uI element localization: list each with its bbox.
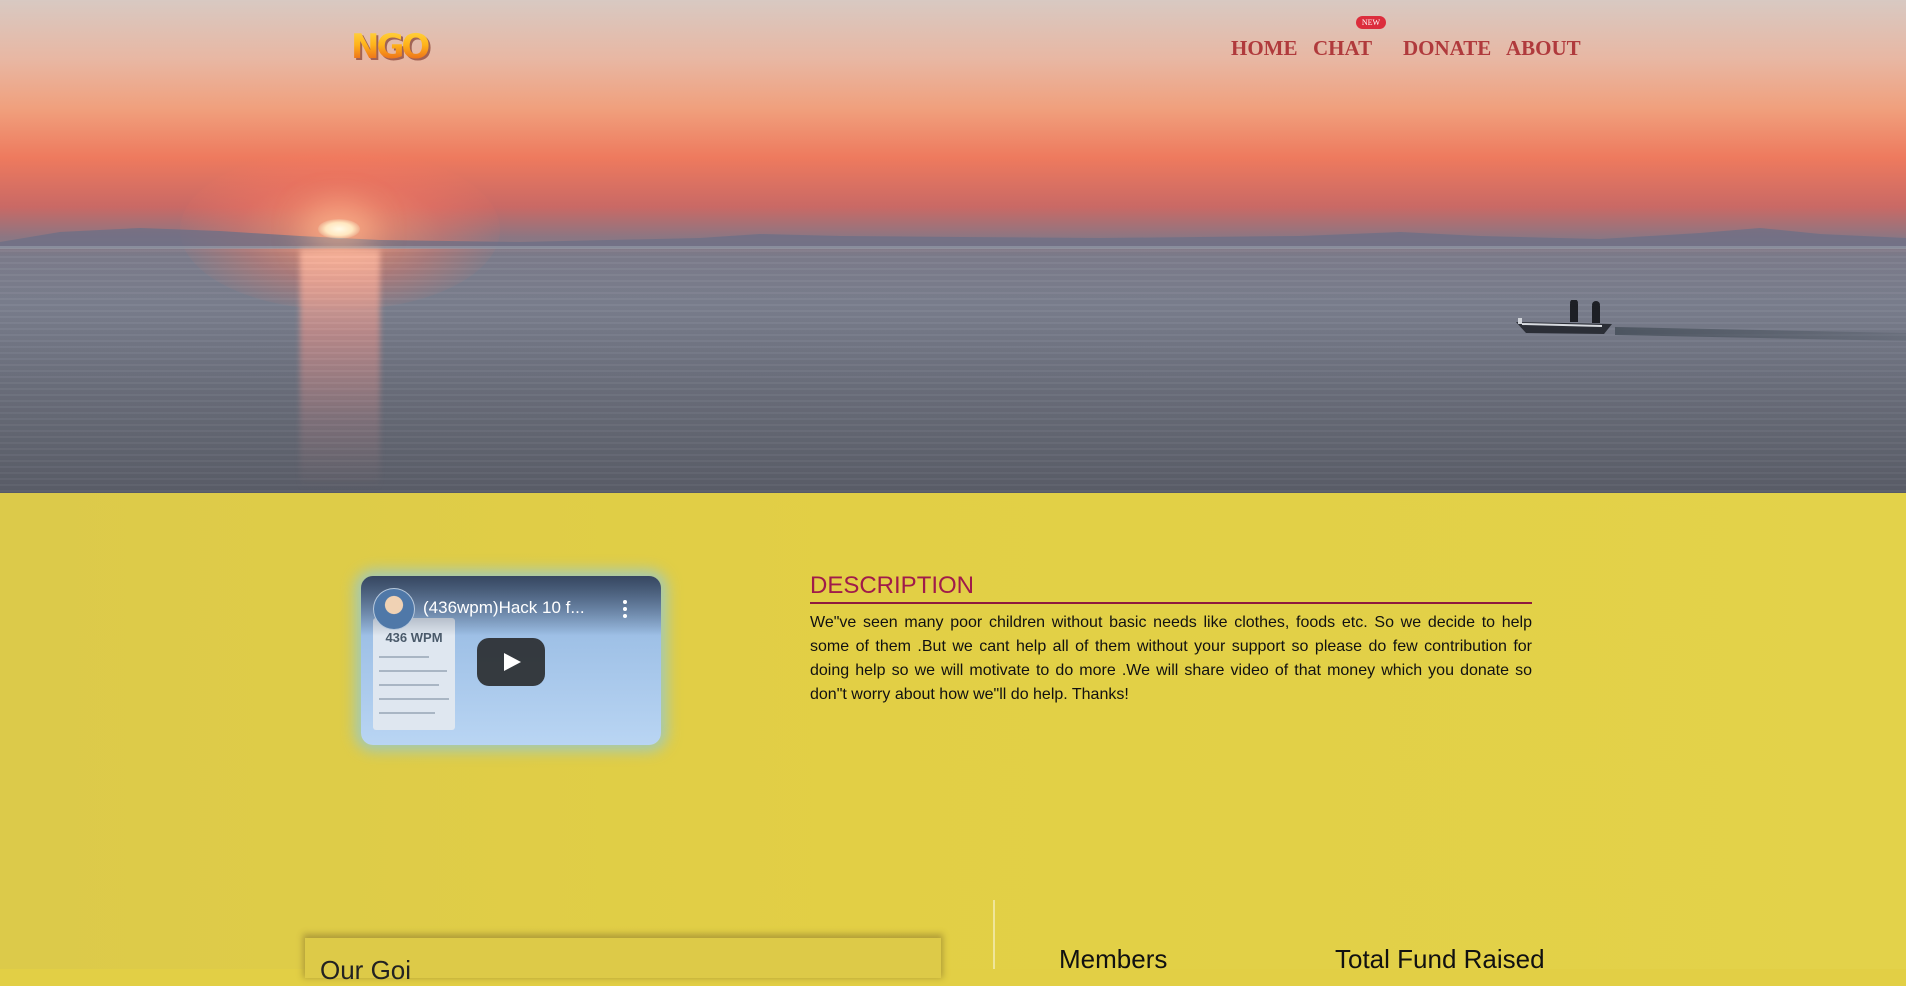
nav-home-link[interactable]: HOME	[1231, 36, 1298, 61]
youtube-video-embed[interactable]: 436 WPM (436wpm)Hack 10 f...	[361, 576, 661, 745]
horizon-line	[0, 246, 1906, 249]
thumbnail-line	[379, 712, 435, 714]
thumbnail-line	[379, 656, 429, 658]
sea-surface	[0, 250, 1906, 493]
distant-mountains	[0, 228, 1906, 248]
hero-banner	[0, 0, 1906, 493]
members-label: Members	[1059, 944, 1168, 974]
total-fund-label: Total Fund Raised	[1335, 944, 1545, 974]
vertical-divider	[993, 900, 995, 969]
video-title[interactable]: (436wpm)Hack 10 f...	[423, 598, 603, 618]
fishing-boat	[1516, 300, 1612, 334]
ngo-logo[interactable]: NGO	[351, 25, 437, 69]
nav-donate-link[interactable]: DONATE	[1403, 36, 1491, 61]
nav-about-link[interactable]: ABOUT	[1506, 36, 1581, 61]
sun	[318, 219, 360, 239]
description-text: We"ve seen many poor children without ba…	[810, 614, 1532, 703]
nav-chat-link[interactable]: CHAT	[1313, 36, 1372, 61]
channel-avatar[interactable]	[373, 588, 415, 630]
thumbnail-line	[379, 670, 447, 672]
more-options-icon[interactable]	[623, 600, 627, 618]
content-section	[0, 493, 1906, 969]
description-heading: DESCRIPTION	[810, 572, 1532, 604]
thumbnail-line	[379, 698, 449, 700]
goals-panel-title: Our Goi	[320, 955, 412, 985]
new-badge: NEW	[1356, 16, 1386, 29]
thumbnail-line	[379, 684, 439, 686]
play-button[interactable]	[477, 638, 545, 686]
